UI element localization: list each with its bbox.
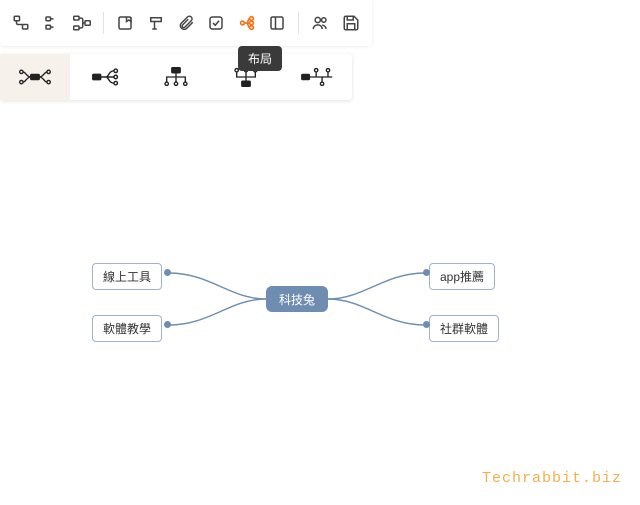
add-parent-button[interactable]	[68, 7, 96, 39]
add-sibling-button[interactable]	[37, 7, 65, 39]
node-connector-dot	[164, 321, 171, 328]
layout-org-down-icon	[161, 66, 191, 88]
mindmap-center-node[interactable]: 科技兔	[266, 286, 328, 312]
save-icon	[342, 14, 360, 32]
layout-options-panel	[0, 54, 352, 100]
layout-button[interactable]	[233, 7, 261, 39]
checkbox-icon	[207, 14, 225, 32]
panel-icon	[268, 14, 286, 32]
save-button[interactable]	[337, 7, 365, 39]
node-connector-dot	[423, 321, 430, 328]
layout-option-org-down[interactable]	[141, 54, 211, 100]
layout-option-both-sides[interactable]	[0, 54, 70, 100]
collaborate-button[interactable]	[306, 7, 334, 39]
layout-right-tree-icon	[91, 66, 121, 88]
layout-option-right-tree[interactable]	[70, 54, 140, 100]
layout-tooltip: 布局	[238, 46, 282, 71]
checkbox-button[interactable]	[202, 7, 230, 39]
card-button[interactable]	[111, 7, 139, 39]
panel-button[interactable]	[263, 7, 291, 39]
add-child-icon	[12, 14, 30, 32]
mindmap-node-top-left[interactable]: 線上工具	[92, 263, 162, 290]
attach-button[interactable]	[172, 7, 200, 39]
format-button[interactable]	[141, 7, 169, 39]
main-toolbar	[0, 0, 372, 46]
layout-both-sides-icon	[18, 66, 52, 88]
attach-icon	[177, 14, 195, 32]
add-parent-icon	[72, 14, 92, 32]
collaborate-icon	[310, 14, 330, 32]
separator	[103, 12, 104, 34]
format-icon	[147, 14, 165, 32]
mindmap-node-bottom-right[interactable]: 社群軟體	[429, 315, 499, 342]
layout-icon	[238, 14, 256, 32]
layout-timeline-icon	[300, 66, 334, 88]
mindmap-node-bottom-left[interactable]: 軟體教學	[92, 315, 162, 342]
add-child-button[interactable]	[7, 7, 35, 39]
watermark: Techrabbit.biz	[482, 470, 622, 487]
add-sibling-icon	[43, 14, 61, 32]
mindmap-node-top-right[interactable]: app推薦	[429, 263, 495, 290]
node-connector-dot	[423, 269, 430, 276]
card-icon	[116, 14, 134, 32]
layout-option-timeline[interactable]	[282, 54, 352, 100]
node-connector-dot	[164, 269, 171, 276]
separator	[298, 12, 299, 34]
